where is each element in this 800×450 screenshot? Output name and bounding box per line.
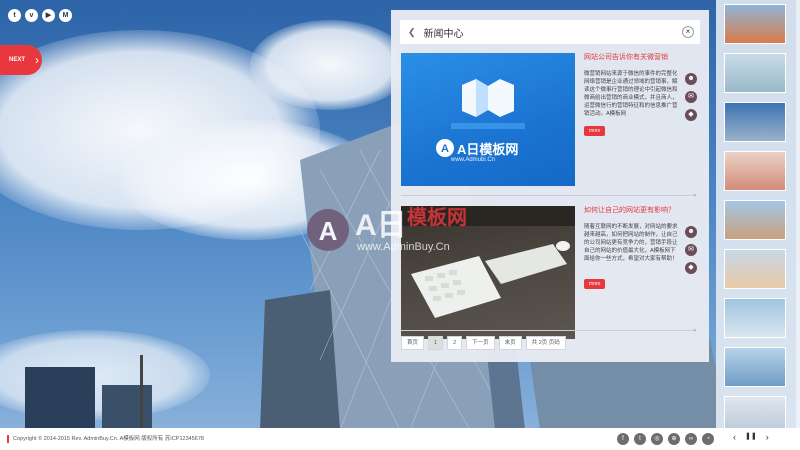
- thumbnail[interactable]: [724, 4, 786, 44]
- copyright-text: Copyright © 2014-2015 Rev. AdminBuy.Cn. …: [7, 435, 204, 443]
- chevron-left-icon[interactable]: ❮: [408, 27, 416, 38]
- news-title[interactable]: 网站公司告诉你有关微营销: [584, 53, 681, 64]
- vimeo-icon[interactable]: v: [25, 9, 38, 22]
- logo-url: www.Admubi.Cn: [451, 157, 496, 163]
- play-icon[interactable]: ▶: [42, 9, 55, 22]
- thumbnail[interactable]: [724, 298, 786, 338]
- pagination: 首页 1 2 下一页 末页 共 2页 页码: [401, 336, 566, 350]
- globe-icon[interactable]: ⊕: [668, 433, 680, 445]
- svg-text:A: A: [441, 143, 449, 155]
- page-2[interactable]: 2: [447, 336, 463, 350]
- news-info: 如何让自己的网站更有影响？ 随着互联网的不断发展，对网站的要求越来越高，如何把网…: [584, 206, 681, 290]
- more-button[interactable]: more: [584, 126, 606, 136]
- menu-icon[interactable]: M: [59, 9, 72, 22]
- news-info: 网站公司告诉你有关微营销 微营销网站来源于微信的事件的完整化网络营销是企业通过领…: [584, 53, 681, 137]
- link-icon[interactable]: ∞: [685, 433, 697, 445]
- facebook-icon[interactable]: f: [617, 433, 629, 445]
- next-label: NEXT: [9, 57, 26, 63]
- svg-text:www.AdminBuy.Cn: www.AdminBuy.Cn: [356, 241, 450, 253]
- page-last[interactable]: 末页: [498, 336, 522, 350]
- side-icons: ☻ ✉ ◆: [685, 226, 697, 274]
- logo-graphic: A: [436, 79, 525, 157]
- close-icon[interactable]: ×: [682, 26, 694, 38]
- panel-title: 新闻中心: [423, 28, 464, 40]
- thumbnail[interactable]: [724, 151, 786, 191]
- side-icons: ☻ ✉ ◆: [685, 73, 697, 121]
- thumbnail[interactable]: [724, 200, 786, 240]
- footer: Copyright © 2014-2015 Rev. AdminBuy.Cn. …: [0, 428, 800, 450]
- next-slide-icon[interactable]: ›: [766, 432, 769, 442]
- svg-text:A: A: [319, 216, 338, 246]
- news-title[interactable]: 如何让自己的网站更有影响？: [584, 206, 681, 217]
- thumbnail[interactable]: [724, 53, 786, 93]
- small-buildings: [25, 355, 152, 430]
- item-divider: ⇥: [401, 193, 696, 199]
- tag-icon[interactable]: ◆: [685, 109, 697, 121]
- chat-icon[interactable]: ✉: [685, 91, 697, 103]
- top-social-bar: t v ▶ M: [8, 9, 72, 22]
- logo-text: A日模板网: [457, 142, 519, 157]
- news-summary: 微营销网站来源于微信的事件的完整化网络营销是企业通过领域的营销事，解读这个微事行…: [584, 71, 678, 117]
- chat-icon[interactable]: ✉: [685, 244, 697, 256]
- page-count: 共 2页 页码: [525, 336, 566, 350]
- thumbnail-scrollbar[interactable]: [796, 0, 800, 428]
- news-summary: 随着互联网的不断发展，对网站的要求越来越高，如何把网站的制作，让自己的公司网站更…: [584, 224, 678, 262]
- twitter-icon[interactable]: t: [634, 433, 646, 445]
- thumbnail[interactable]: [724, 347, 786, 387]
- slide-thumbnails: [716, 0, 800, 436]
- pause-icon[interactable]: ❚❚: [745, 432, 757, 442]
- chevron-right-icon: ›: [35, 53, 40, 67]
- prev-slide-icon[interactable]: ‹: [733, 432, 736, 442]
- thumbnail[interactable]: [724, 249, 786, 289]
- watermark-logo: A A日 模板网 www.AdminBuy.Cn: [303, 198, 503, 264]
- user-icon[interactable]: ☻: [685, 73, 697, 85]
- twitter-icon[interactable]: t: [8, 9, 21, 22]
- svg-text:模板网: 模板网: [407, 205, 467, 229]
- news-panel: ❮ 新闻中心 × A A日模板网 www.Admubi.Cn 网站公司告诉你有关…: [391, 10, 709, 362]
- footer-social: f t ◎ ⊕ ∞ ◔: [617, 433, 714, 445]
- page-1[interactable]: 1: [428, 336, 444, 350]
- news-thumbnail[interactable]: A A日模板网 www.Admubi.Cn: [401, 53, 575, 186]
- more-button[interactable]: more: [584, 279, 606, 289]
- svg-text:A日: A日: [355, 209, 407, 242]
- tag-icon[interactable]: ◆: [685, 262, 697, 274]
- user-icon[interactable]: ☻: [685, 226, 697, 238]
- thumbnail[interactable]: [724, 102, 786, 142]
- page-first[interactable]: 首页: [401, 336, 425, 350]
- instagram-icon[interactable]: ◎: [651, 433, 663, 445]
- panel-header: ❮ 新闻中心 ×: [400, 20, 700, 44]
- rss-icon[interactable]: ◔: [702, 433, 714, 445]
- slide-controls: ‹ ❚❚ ›: [733, 432, 769, 442]
- next-tab-button[interactable]: NEXT ›: [0, 45, 42, 75]
- page-next[interactable]: 下一页: [466, 336, 495, 350]
- item-divider: ⇥: [401, 328, 696, 334]
